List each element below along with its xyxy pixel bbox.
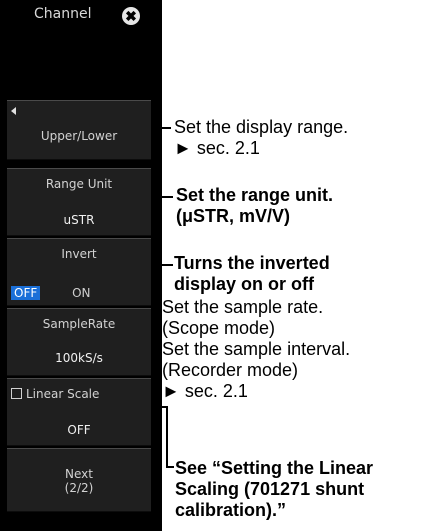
annotation-upper-lower: Set the display range. ► sec. 2.1 (174, 117, 348, 159)
range-unit-value: uSTR (63, 213, 95, 227)
arrow-left-icon (11, 107, 16, 115)
leader-line (151, 127, 171, 129)
annotation-linear-scale: See “Setting the Linear Scaling (701271 … (175, 458, 373, 521)
annotation-line: Set the sample interval. (162, 339, 351, 359)
leader-line (154, 307, 160, 309)
leader-line (151, 406, 167, 408)
channel-menu-panel: Channel ✖ Upper/Lower Range Unit uSTR In… (0, 0, 162, 531)
linear-scale-button[interactable]: Linear Scale OFF (7, 378, 151, 446)
sample-rate-value: 100kS/s (55, 351, 103, 365)
leader-line (154, 337, 162, 339)
next-page-indicator: (2/2) (64, 481, 94, 495)
annotation-line: Turns the inverted (174, 253, 330, 273)
menu-title: Channel (34, 6, 92, 22)
linear-scale-label-wrap: Linear Scale (11, 387, 155, 401)
leader-line (166, 406, 168, 468)
leader-line (166, 466, 174, 468)
annotation-invert: Turns the inverted display on or off (174, 253, 330, 295)
invert-button[interactable]: Invert OFF ON (7, 238, 151, 306)
annotation-line: Set the range unit. (176, 185, 334, 205)
leader-line (151, 264, 173, 266)
range-unit-button[interactable]: Range Unit uSTR (7, 168, 151, 236)
linear-scale-value: OFF (67, 423, 91, 437)
invert-on-option[interactable]: ON (72, 286, 90, 300)
annotation-sample-rate: Set the sample rate. (Scope mode) Set th… (162, 297, 350, 402)
next-page-button[interactable]: Next (2/2) (7, 448, 151, 512)
annotation-line: ► sec. 2.1 (162, 381, 248, 401)
annotation-line: (Recorder mode) (162, 360, 299, 380)
annotation-line: ► sec. 2.1 (174, 138, 260, 158)
sample-rate-label: SampleRate (42, 317, 116, 331)
next-label: Next (65, 467, 93, 481)
annotation-line: Set the display range. (174, 117, 349, 137)
annotation-line: (Scope mode) (162, 318, 276, 338)
annotation-line: Set the sample rate. (162, 297, 324, 317)
menu-header: Channel ✖ (0, 0, 162, 28)
upper-lower-label: Upper/Lower (40, 129, 118, 143)
annotation-line: display on or off (174, 274, 315, 294)
range-unit-label: Range Unit (45, 177, 113, 191)
invert-toggle: OFF ON (7, 286, 151, 300)
sample-rate-button[interactable]: SampleRate 100kS/s (7, 308, 151, 376)
leader-line (154, 307, 156, 337)
invert-label: Invert (61, 247, 97, 261)
linear-scale-label: Linear Scale (26, 387, 100, 401)
annotation-line: See “Setting the Linear (175, 458, 374, 478)
leader-line (151, 196, 173, 198)
annotation-line: calibration).” (175, 500, 287, 520)
upper-lower-button[interactable]: Upper/Lower (7, 100, 151, 160)
invert-off-option[interactable]: OFF (11, 286, 41, 300)
annotation-line: Scaling (701271 shunt (175, 479, 365, 499)
close-icon[interactable]: ✖ (122, 7, 140, 25)
linear-scale-icon (11, 388, 22, 399)
annotation-line: (μSTR, mV/V) (176, 206, 291, 226)
annotation-range-unit: Set the range unit. (μSTR, mV/V) (176, 185, 333, 227)
